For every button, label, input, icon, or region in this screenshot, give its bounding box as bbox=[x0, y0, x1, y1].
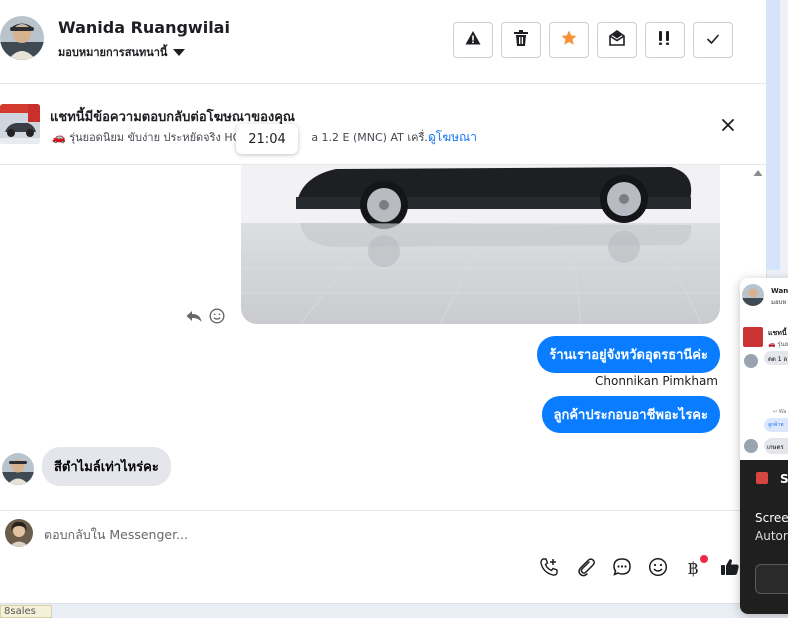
follow-up-button[interactable] bbox=[645, 22, 685, 58]
attachment-icon bbox=[576, 557, 596, 581]
close-banner-button[interactable] bbox=[714, 112, 742, 140]
star-button[interactable] bbox=[549, 22, 589, 58]
agent-avatar bbox=[5, 519, 33, 547]
mini-reply-label: ↩ Wa bbox=[773, 409, 787, 415]
emoji-icon bbox=[648, 557, 668, 581]
reply-input[interactable] bbox=[44, 522, 544, 546]
mini-avatar-small bbox=[744, 354, 758, 368]
floating-preview-window[interactable]: Wani มอบห แชทนี้ 🚗 รุ่นย ตด 1 ล ↩ Wa ลูก… bbox=[740, 278, 788, 614]
message-composer: ฿ bbox=[0, 510, 766, 592]
contact-avatar-small[interactable] bbox=[2, 453, 34, 485]
timestamp-tooltip: 21:04 bbox=[236, 124, 298, 154]
ad-thumbnail[interactable] bbox=[0, 104, 40, 144]
notification-title: Scree bbox=[755, 511, 788, 525]
report-spam-button[interactable] bbox=[453, 22, 493, 58]
mini-message: ลูกค้าท bbox=[764, 418, 788, 432]
car-photo-attachment[interactable] bbox=[241, 165, 720, 324]
check-icon bbox=[706, 31, 720, 50]
close-icon bbox=[721, 117, 735, 136]
mini-avatar bbox=[742, 284, 764, 306]
baht-payment-icon: ฿ bbox=[687, 559, 699, 579]
delete-button[interactable] bbox=[501, 22, 541, 58]
snip-tool-icon bbox=[756, 472, 768, 484]
reply-button[interactable] bbox=[185, 309, 203, 327]
outgoing-message[interactable]: ร้านเราอยู่จังหวัดอุดรธานีค่ะ bbox=[537, 336, 720, 373]
mini-assign-label: มอบห bbox=[771, 299, 787, 306]
notification-body: Autor bbox=[755, 529, 788, 543]
mini-ad-thumbnail bbox=[743, 327, 763, 347]
chevron-down-icon bbox=[173, 48, 186, 56]
mini-message: เกษตร bbox=[764, 438, 788, 454]
mini-avatar-small bbox=[744, 439, 758, 453]
sender-name: Chonnikan Pimkham bbox=[595, 374, 718, 388]
thumbs-up-button[interactable] bbox=[718, 557, 742, 581]
saved-reply-icon bbox=[612, 557, 632, 581]
add-call-button[interactable] bbox=[537, 557, 561, 581]
mini-ad-subtitle: 🚗 รุ่นย bbox=[768, 341, 788, 348]
mark-unread-button[interactable] bbox=[597, 22, 637, 58]
contact-name: Wanida Ruangwilai bbox=[58, 18, 230, 37]
reply-icon bbox=[186, 309, 202, 328]
conversation-header: Wanida Ruangwilai มอบหมายการสนทนานี้ bbox=[0, 0, 766, 84]
payment-button[interactable]: ฿ bbox=[681, 555, 708, 581]
taskbar-strip bbox=[0, 603, 788, 618]
message-thread[interactable]: ร้านเราอยู่จังหวัดอุดรธานีค่ะ Chonnikan … bbox=[0, 165, 752, 510]
scroll-up-arrow[interactable] bbox=[752, 166, 764, 180]
mark-unread-icon bbox=[609, 30, 625, 50]
emoji-react-icon bbox=[209, 308, 225, 328]
star-icon bbox=[561, 30, 577, 50]
assign-label: มอบหมายการสนทนานี้ bbox=[58, 46, 168, 59]
ad-reply-banner: แชทนี้มีข้อความตอบกลับต่อโฆษณาของคุณ 🚗 ร… bbox=[0, 85, 766, 165]
preview-chat-panel: Wani มอบห แชทนี้ 🚗 รุ่นย ตด 1 ล ↩ Wa ลูก… bbox=[740, 278, 788, 460]
react-button[interactable] bbox=[208, 308, 226, 328]
screenshot-notification[interactable]: Sn Scree Autor bbox=[740, 460, 788, 614]
ad-subtitle-left: 🚗 รุ่นยอดนิยม ขับง่าย ประหยัดจริง HO bbox=[52, 131, 242, 144]
warning-icon bbox=[465, 30, 481, 50]
emoji-button[interactable] bbox=[646, 557, 670, 581]
mini-contact-name: Wani bbox=[771, 287, 788, 295]
thumbs-up-icon bbox=[720, 557, 740, 581]
add-call-icon bbox=[539, 557, 559, 581]
follow-up-icon bbox=[657, 30, 673, 50]
attach-file-button[interactable] bbox=[574, 557, 598, 581]
scrollbar-thumb[interactable] bbox=[766, 0, 780, 270]
view-ad-link[interactable]: ดูโฆษณา bbox=[428, 128, 477, 147]
contact-avatar[interactable] bbox=[0, 16, 44, 60]
outgoing-message[interactable]: ลูกค้าประกอบอาชีพอะไรคะ bbox=[541, 396, 720, 433]
saved-replies-button[interactable] bbox=[610, 557, 634, 581]
ad-subtitle-right: a 1.2 E (MNC) AT เครื่... bbox=[311, 131, 435, 144]
assign-conversation-dropdown[interactable]: มอบหมายการสนทนานี้ bbox=[58, 43, 186, 61]
mini-ad-title: แชทนี้ bbox=[768, 329, 787, 337]
notification-dot bbox=[700, 555, 708, 563]
bottom-tab[interactable]: 8sales bbox=[0, 605, 52, 618]
trash-icon bbox=[514, 30, 528, 50]
mini-message: ตด 1 ล bbox=[764, 351, 788, 365]
mark-done-button[interactable] bbox=[693, 22, 733, 58]
incoming-message[interactable]: สีตำไมล์เท่าไหร่คะ bbox=[42, 447, 171, 486]
notification-app-name: Sn bbox=[780, 472, 788, 486]
notification-action-button[interactable] bbox=[755, 564, 788, 594]
